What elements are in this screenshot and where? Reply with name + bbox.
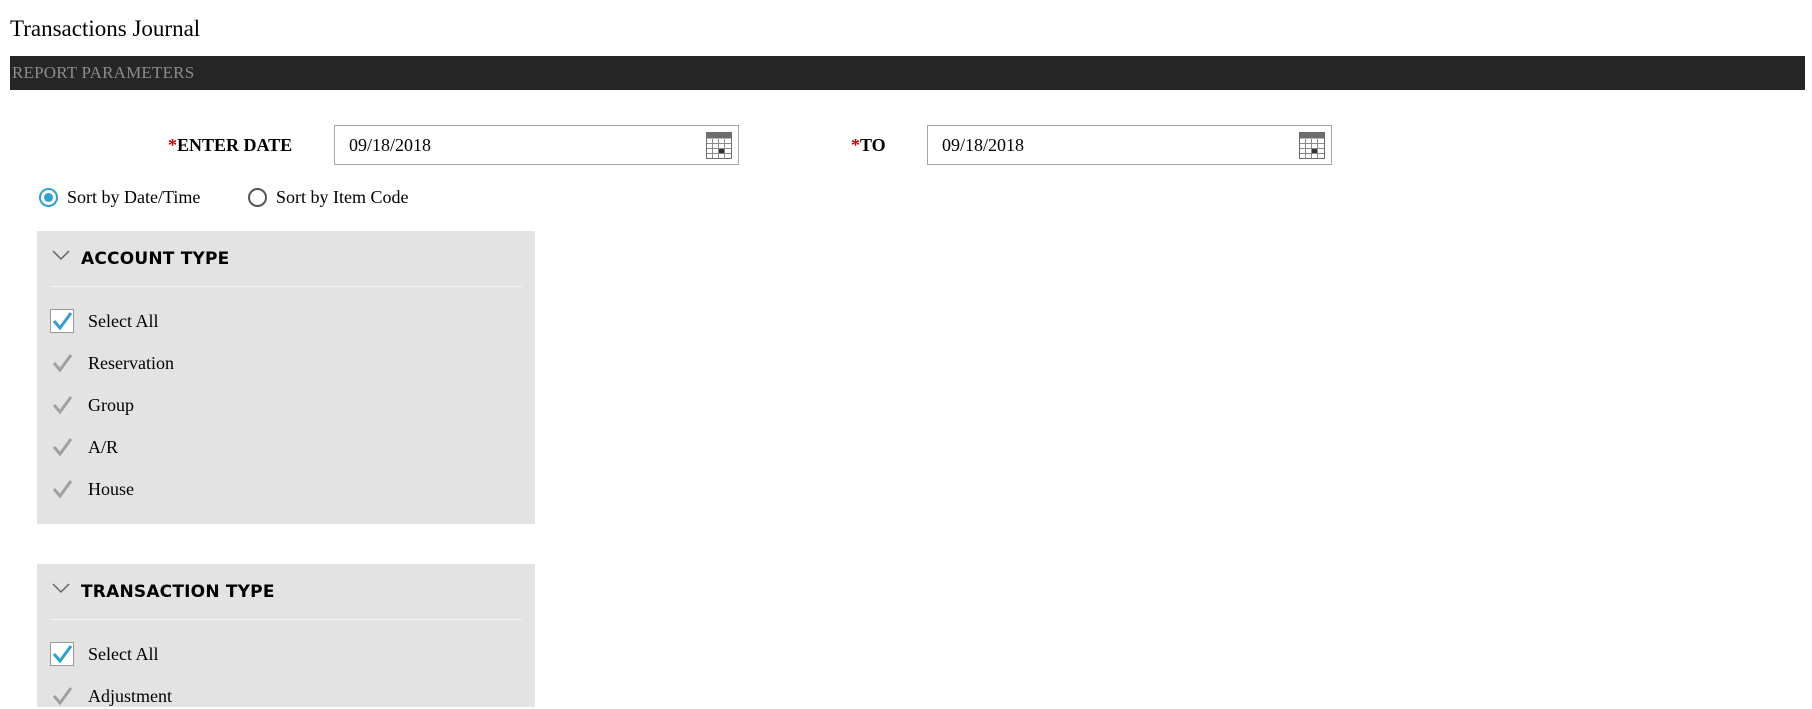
check-icon [52, 480, 73, 499]
transaction-type-adjustment[interactable]: Adjustment [50, 683, 172, 709]
end-date-input[interactable] [928, 126, 1302, 164]
account-type-header[interactable]: ACCOUNT TYPE [50, 231, 522, 287]
transaction-type-select-all[interactable]: Select All [50, 641, 159, 667]
sort-by-item-code-radio[interactable] [248, 188, 267, 207]
page-title: Transactions Journal [10, 16, 201, 41]
checkbox-label: A/R [88, 436, 119, 457]
house-checkbox[interactable] [50, 477, 74, 501]
transaction-type-panel: TRANSACTION TYPE Select All Adjustment [37, 564, 535, 707]
chevron-down-icon [52, 250, 70, 261]
group-checkbox[interactable] [50, 393, 74, 417]
check-icon [52, 687, 73, 706]
calendar-icon[interactable] [706, 132, 732, 159]
transaction-type-header[interactable]: TRANSACTION TYPE [50, 564, 522, 620]
account-type-reservation[interactable]: Reservation [50, 350, 174, 376]
end-date-field [927, 125, 1332, 165]
chevron-down-icon [52, 583, 70, 594]
checkbox-label: Group [88, 394, 134, 415]
calendar-icon[interactable] [1299, 132, 1325, 159]
check-icon [52, 354, 73, 373]
adjustment-checkbox[interactable] [50, 684, 74, 708]
to-date-label-text: TO [860, 135, 886, 155]
account-type-panel: ACCOUNT TYPE Select All Reservation Grou… [37, 231, 535, 524]
check-icon [52, 438, 73, 457]
check-icon [52, 645, 73, 664]
checkbox-label: Select All [88, 643, 159, 664]
sort-by-item-code-option[interactable]: Sort by Item Code [248, 187, 409, 208]
page: Transactions Journal REPORT PARAMETERS *… [0, 0, 1812, 707]
enter-date-label: *ENTER DATE [168, 133, 292, 157]
sort-by-datetime-label: Sort by Date/Time [67, 187, 201, 207]
sort-by-item-code-label: Sort by Item Code [276, 187, 409, 207]
sort-by-datetime-radio[interactable] [39, 188, 58, 207]
report-parameters-bar: REPORT PARAMETERS [10, 56, 1805, 90]
transaction-type-title: TRANSACTION TYPE [81, 582, 275, 602]
checkbox-label: Adjustment [88, 685, 172, 706]
start-date-field [334, 125, 739, 165]
required-asterisk: * [168, 135, 177, 155]
select-all-checkbox[interactable] [50, 642, 74, 666]
check-icon [52, 312, 73, 331]
start-date-input[interactable] [335, 126, 709, 164]
check-icon [52, 396, 73, 415]
checkbox-label: Reservation [88, 352, 174, 373]
sort-by-datetime-option[interactable]: Sort by Date/Time [39, 187, 200, 208]
required-asterisk: * [851, 135, 860, 155]
account-type-group[interactable]: Group [50, 392, 134, 418]
reservation-checkbox[interactable] [50, 351, 74, 375]
checkbox-label: Select All [88, 310, 159, 331]
ar-checkbox[interactable] [50, 435, 74, 459]
enter-date-label-text: ENTER DATE [177, 135, 293, 155]
account-type-select-all[interactable]: Select All [50, 308, 159, 334]
select-all-checkbox[interactable] [50, 309, 74, 333]
account-type-title: ACCOUNT TYPE [81, 249, 230, 269]
checkbox-label: House [88, 478, 134, 499]
account-type-ar[interactable]: A/R [50, 434, 118, 460]
to-date-label: *TO [851, 133, 886, 157]
account-type-house[interactable]: House [50, 476, 134, 502]
